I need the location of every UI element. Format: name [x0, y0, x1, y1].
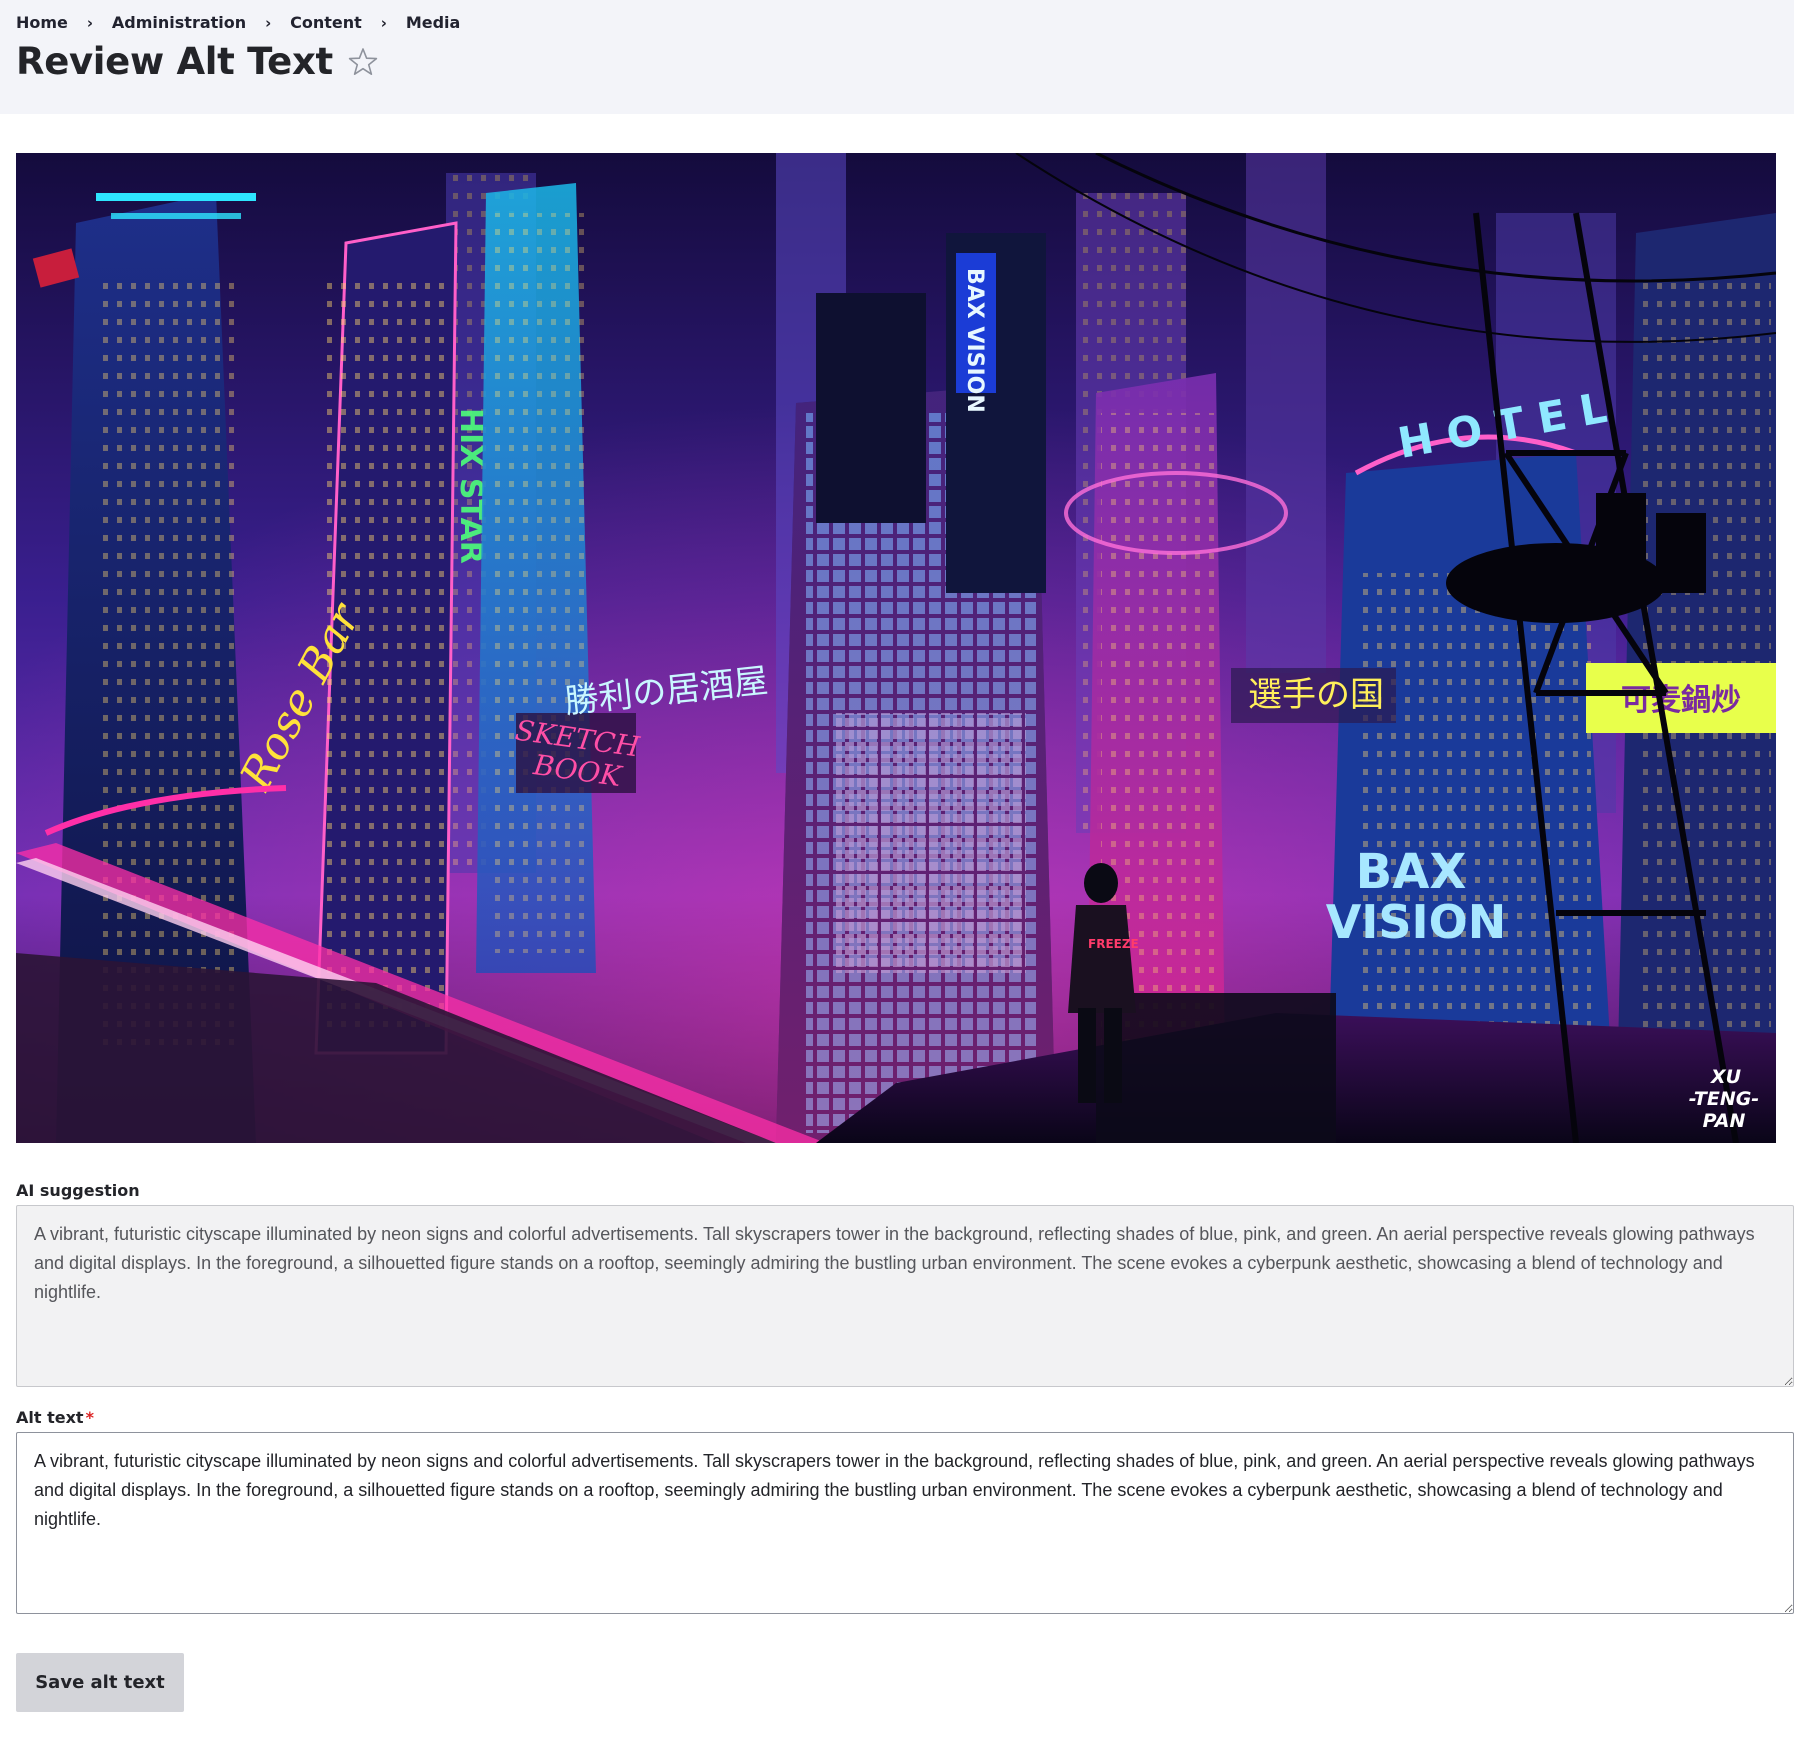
svg-text:BAX VISION: BAX VISION	[962, 268, 987, 413]
center-screen-building: BAX VISION	[776, 233, 1056, 1143]
ai-suggestion-textarea[interactable]: A vibrant, futuristic cityscape illumina…	[16, 1205, 1794, 1387]
page-header: Home › Administration › Content › Media …	[0, 0, 1794, 114]
svg-text:PAN: PAN	[1703, 1110, 1746, 1132]
alt-text-textarea[interactable]: A vibrant, futuristic cityscape illumina…	[16, 1432, 1794, 1614]
svg-text:FREEZE: FREEZE	[1088, 937, 1139, 951]
media-image: HIX STAR BAX VISION HOTEL 可麦鍋炒 Rose Bar …	[16, 153, 1776, 1143]
svg-text:XU: XU	[1710, 1066, 1742, 1088]
breadcrumb-home[interactable]: Home	[16, 13, 68, 32]
ai-suggestion-label: AI suggestion	[16, 1181, 140, 1200]
page-title: Review Alt Text	[16, 40, 333, 83]
svg-text:VISION: VISION	[1326, 895, 1507, 949]
svg-text:可麦鍋炒: 可麦鍋炒	[1621, 683, 1741, 718]
chevron-right-icon: ›	[86, 13, 93, 32]
svg-text:-TENG-: -TENG-	[1689, 1088, 1759, 1110]
save-alt-text-button[interactable]: Save alt text	[16, 1653, 184, 1712]
chevron-right-icon: ›	[265, 13, 272, 32]
breadcrumb-administration[interactable]: Administration	[112, 13, 246, 32]
alt-text-label-text: Alt text	[16, 1408, 84, 1427]
alt-text-label: Alt text *	[16, 1408, 94, 1427]
breadcrumb-media[interactable]: Media	[406, 13, 461, 32]
svg-text:選手の国: 選手の国	[1248, 675, 1384, 715]
chevron-right-icon: ›	[380, 13, 387, 32]
breadcrumb: Home › Administration › Content › Media	[16, 13, 460, 32]
cyberpunk-city-image: HIX STAR BAX VISION HOTEL 可麦鍋炒 Rose Bar …	[16, 153, 1776, 1143]
svg-text:BAX: BAX	[1356, 844, 1467, 900]
title-row: Review Alt Text	[16, 40, 379, 83]
required-marker: *	[85, 1408, 94, 1427]
star-outline-icon[interactable]	[347, 46, 379, 78]
breadcrumb-content[interactable]: Content	[290, 13, 362, 32]
